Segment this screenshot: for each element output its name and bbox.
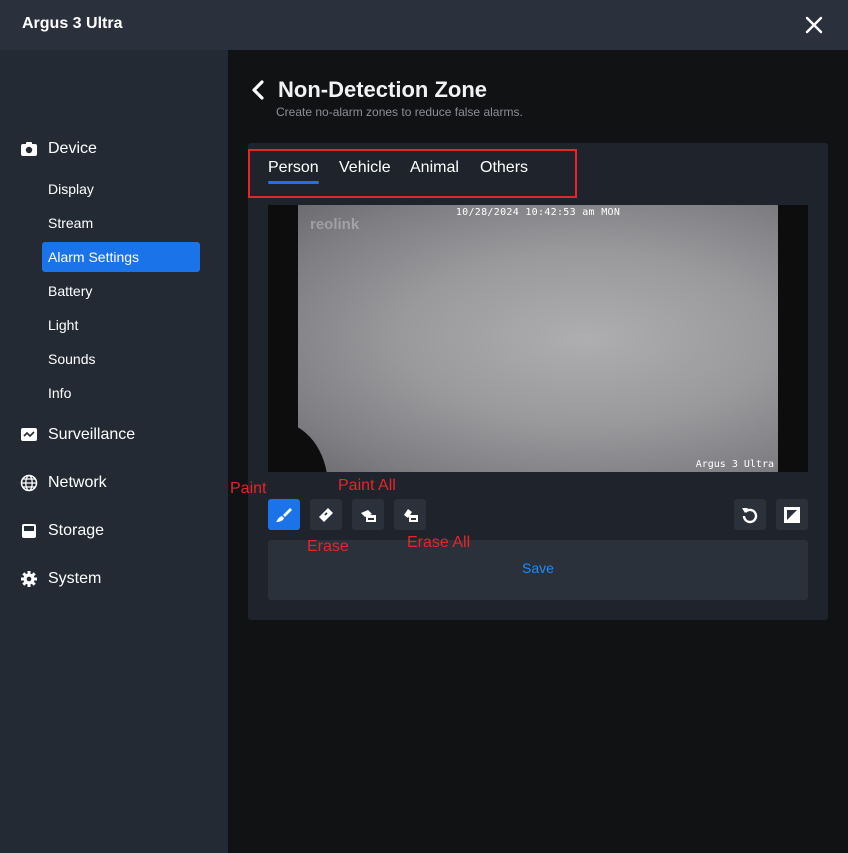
- invert-button[interactable]: [776, 499, 808, 530]
- erase-icon: [319, 507, 333, 522]
- timestamp-overlay: 10/28/2024 10:42:53 am MON: [455, 207, 621, 218]
- save-bar: Save: [268, 540, 808, 600]
- erase-button[interactable]: [310, 499, 342, 530]
- paint-all-button[interactable]: [352, 499, 384, 530]
- sidebar-item-sounds[interactable]: Sounds: [42, 344, 200, 374]
- sidebar-item-info[interactable]: Info: [42, 378, 200, 408]
- page-subtitle: Create no-alarm zones to reduce false al…: [276, 105, 523, 119]
- gear-icon: [21, 571, 37, 587]
- sidebar-section-label: Surveillance: [48, 426, 136, 443]
- title-bar: Argus 3 Ultra: [0, 0, 848, 50]
- sidebar-section-label: Storage: [48, 522, 105, 539]
- tab-animal[interactable]: Animal: [410, 159, 459, 177]
- camera-image[interactable]: 10/28/2024 10:42:53 am MON reolink Argus…: [298, 205, 778, 472]
- sidebar-item-light[interactable]: Light: [42, 310, 200, 340]
- erase-all-button[interactable]: [394, 499, 426, 530]
- sidebar-item-display[interactable]: Display: [42, 174, 200, 204]
- main-content: Non-Detection Zone Create no-alarm zones…: [228, 50, 848, 853]
- annotation-erase-all: Erase All: [407, 534, 471, 551]
- paint-icon: [276, 507, 292, 522]
- annotation-paint: Paint: [230, 480, 267, 497]
- paint-button[interactable]: [268, 499, 300, 530]
- window-title: Argus 3 Ultra: [22, 15, 123, 32]
- camera-name-overlay: Argus 3 Ultra: [695, 459, 774, 470]
- camera-icon: [21, 142, 37, 156]
- undo-button[interactable]: [734, 499, 766, 530]
- annotation-paint-all: Paint All: [338, 477, 396, 494]
- tab-person[interactable]: Person: [268, 159, 319, 177]
- sidebar-item-stream[interactable]: Stream: [42, 208, 200, 238]
- monitor-icon: [21, 428, 37, 441]
- sidebar-section-system[interactable]: System: [20, 567, 101, 591]
- sidebar-section-surveillance[interactable]: Surveillance: [20, 423, 135, 447]
- invert-icon: [784, 506, 800, 523]
- lens-shadow: [298, 422, 328, 472]
- sidebar-section-label: System: [48, 570, 102, 587]
- sidebar-section-label: Network: [48, 474, 107, 491]
- reolink-logo: reolink: [310, 216, 360, 233]
- undo-icon: [742, 507, 758, 523]
- save-button[interactable]: Save: [268, 560, 808, 576]
- sidebar-item-battery[interactable]: Battery: [42, 276, 200, 306]
- back-chevron-icon[interactable]: [248, 79, 268, 101]
- erase-all-icon: [404, 508, 418, 522]
- sidebar-section-network[interactable]: Network: [20, 471, 107, 495]
- tab-vehicle[interactable]: Vehicle: [339, 159, 391, 177]
- sidebar: Device Display Stream Alarm Settings Bat…: [0, 50, 228, 853]
- globe-icon: [20, 474, 38, 492]
- camera-preview[interactable]: 10/28/2024 10:42:53 am MON reolink Argus…: [268, 205, 808, 472]
- tab-others[interactable]: Others: [480, 159, 528, 177]
- sidebar-item-alarm-settings[interactable]: Alarm Settings: [42, 242, 200, 272]
- paint-all-icon: [361, 509, 376, 522]
- close-icon[interactable]: [802, 13, 826, 37]
- sidebar-section-storage[interactable]: Storage: [20, 519, 104, 543]
- annotation-erase: Erase: [307, 538, 349, 555]
- sidebar-section-device[interactable]: Device: [20, 137, 97, 161]
- active-tab-indicator: [268, 181, 319, 184]
- page-title: Non-Detection Zone: [278, 77, 487, 102]
- sidebar-section-label: Device: [48, 140, 97, 157]
- storage-icon: [22, 524, 36, 538]
